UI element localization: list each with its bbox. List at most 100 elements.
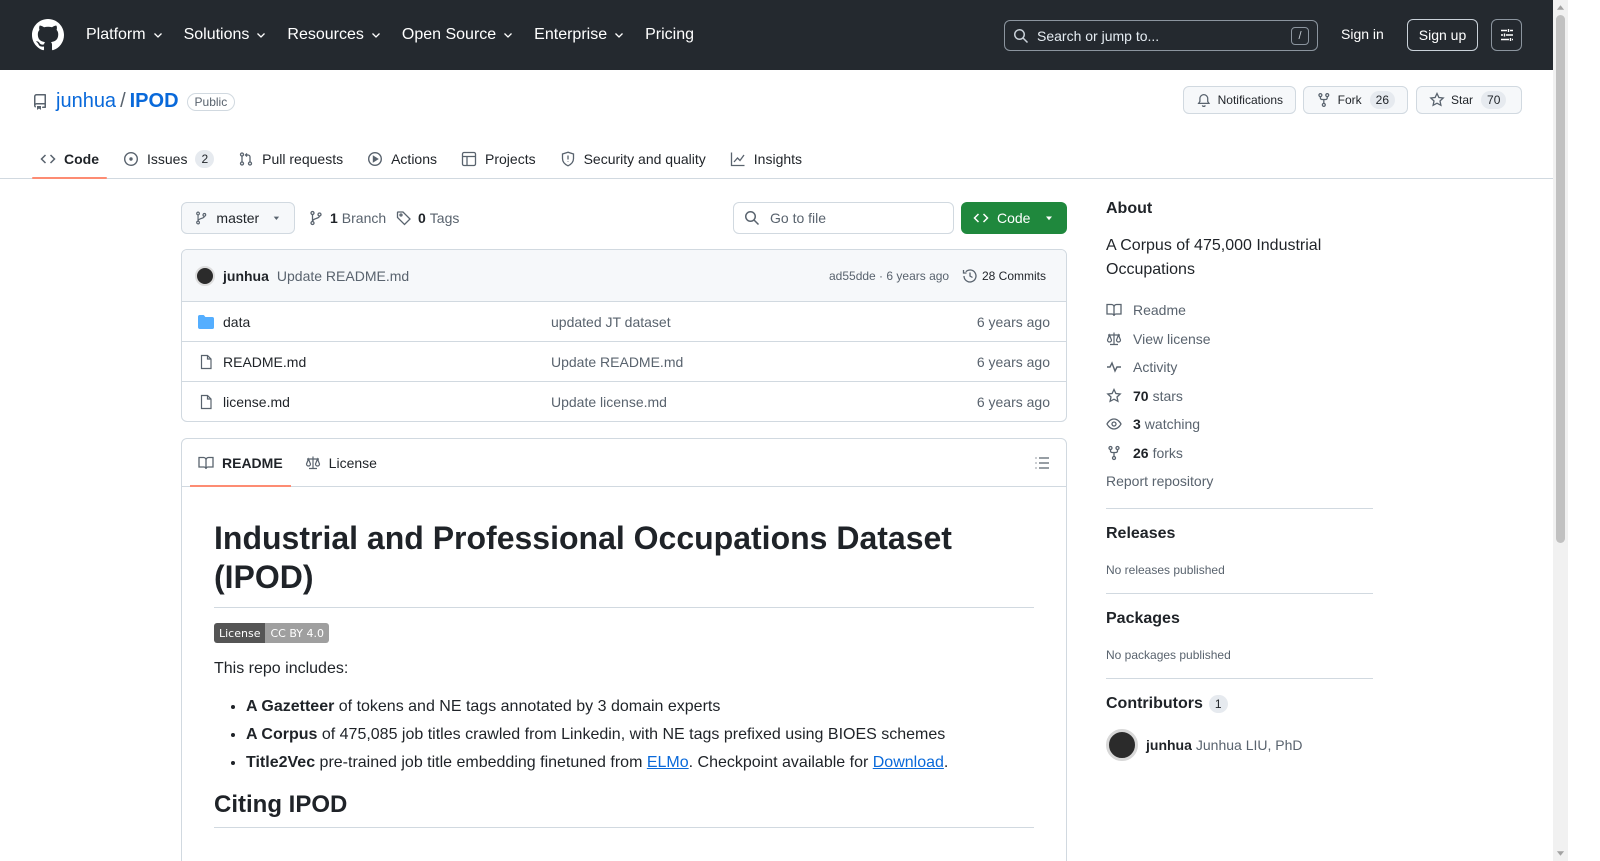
activity-link-label: Activity	[1133, 359, 1178, 376]
license-badge-right: CC BY 4.0	[265, 623, 329, 644]
star-count: 70	[1481, 91, 1507, 109]
download-link[interactable]: Download	[873, 754, 944, 771]
scrollbar-thumb[interactable]	[1556, 15, 1565, 543]
shield-icon	[561, 151, 574, 167]
star-button[interactable]: Star 70	[1416, 86, 1522, 114]
bullet-text: . Checkpoint available for	[688, 754, 873, 772]
file-age: 6 years ago	[976, 314, 1050, 330]
table-row[interactable]: README.md Update README.md 6 years ago	[182, 342, 1066, 382]
file-toolbar: master 1 Branch 0 Tags Go to file Code	[181, 202, 1067, 234]
scroll-down-arrow-icon[interactable]	[1556, 848, 1565, 858]
contributor-item[interactable]: junhua Junhua LIU, PhD	[1106, 728, 1373, 761]
license-badge[interactable]: License CC BY 4.0	[214, 623, 329, 644]
table-row[interactable]: data updated JT dataset 6 years ago	[182, 302, 1066, 342]
nav-enterprise[interactable]: Enterprise	[534, 26, 625, 44]
tab-license[interactable]: License	[297, 439, 385, 486]
readme-link[interactable]: Readme	[1106, 296, 1373, 325]
list-outline-icon[interactable]	[1034, 455, 1050, 471]
tab-insights[interactable]: Insights	[722, 140, 810, 177]
nav-enterprise-label: Enterprise	[534, 26, 608, 43]
nav-solutions[interactable]: Solutions	[184, 26, 268, 44]
table-row[interactable]: license.md Update license.md 6 years ago	[182, 382, 1066, 421]
nav-platform[interactable]: Platform	[86, 26, 164, 44]
file-commit-message[interactable]: Update license.md	[551, 394, 667, 410]
repo-owner-link[interactable]: junhua	[56, 90, 116, 113]
repo-tabs: Code Issues 2 Pull requests Actions Proj…	[32, 140, 818, 179]
tab-insights-label: Insights	[753, 150, 803, 167]
nav-resources[interactable]: Resources	[287, 26, 381, 44]
nav-pricing[interactable]: Pricing	[645, 26, 694, 44]
sign-in-link[interactable]: Sign in	[1341, 26, 1384, 42]
tab-code-label: Code	[64, 150, 99, 167]
contributors-heading[interactable]: Contributors	[1106, 695, 1203, 713]
fork-icon	[1108, 445, 1120, 460]
search-icon	[745, 211, 760, 226]
tab-pull-requests[interactable]: Pull requests	[230, 140, 351, 177]
tab-actions-label: Actions	[391, 150, 438, 167]
packages-heading[interactable]: Packages	[1106, 610, 1373, 628]
report-repository-link[interactable]: Report repository	[1106, 467, 1373, 496]
repo-name-link[interactable]: IPOD	[130, 90, 179, 113]
table-icon	[461, 151, 477, 166]
forks-link[interactable]: 26 forks	[1106, 439, 1373, 468]
readme-panel: README License Industrial and Profession…	[181, 438, 1067, 861]
star-icon	[1106, 387, 1122, 403]
search-icon	[1014, 28, 1029, 43]
stars-label: stars	[1152, 387, 1183, 404]
file-name-link[interactable]: data	[223, 314, 250, 330]
tag-count: 0	[418, 210, 426, 226]
eye-icon	[1106, 418, 1122, 430]
elmo-link[interactable]: ELMo	[647, 754, 689, 771]
settings-menu-button[interactable]	[1491, 19, 1522, 51]
tab-pull-requests-label: Pull requests	[262, 150, 344, 167]
activity-link[interactable]: Activity	[1106, 353, 1373, 382]
code-icon	[40, 153, 56, 164]
code-dropdown-button[interactable]: Code	[961, 202, 1067, 234]
file-commit-message[interactable]: Update README.md	[551, 354, 683, 370]
top-navigation: Platform Solutions Resources Open Source…	[86, 26, 714, 44]
tab-issues-label: Issues	[147, 150, 188, 167]
tab-issues[interactable]: Issues 2	[115, 140, 222, 177]
avatar[interactable]	[195, 265, 215, 286]
tab-actions[interactable]: Actions	[359, 140, 445, 177]
tags-link[interactable]: 0 Tags	[396, 210, 459, 226]
notifications-button[interactable]: Notifications	[1183, 86, 1296, 114]
license-link[interactable]: View license	[1106, 325, 1373, 354]
stars-count: 70	[1133, 387, 1149, 404]
commit-author-link[interactable]: junhua	[223, 268, 269, 284]
nav-open-source[interactable]: Open Source	[402, 26, 514, 44]
commit-message-link[interactable]: Update README.md	[277, 268, 409, 284]
contributors-header: Contributors 1	[1106, 694, 1373, 713]
chevron-down-icon	[153, 33, 162, 38]
file-name-link[interactable]: README.md	[223, 354, 306, 370]
global-search-input[interactable]: Search or jump to... /	[1004, 20, 1318, 51]
stars-link[interactable]: 70 stars	[1106, 382, 1373, 411]
github-logo-icon[interactable]	[32, 19, 64, 51]
fork-button[interactable]: Fork 26	[1303, 86, 1408, 114]
contributor-username[interactable]: junhua	[1146, 737, 1192, 753]
tab-security[interactable]: Security and quality	[552, 140, 714, 177]
branches-link[interactable]: 1 Branch	[308, 210, 386, 226]
commit-sha-time[interactable]: ad55dde · 6 years ago	[829, 269, 949, 283]
book-icon	[198, 456, 214, 469]
bullet-text: of tokens and NE tags annotated by 3 dom…	[334, 698, 721, 716]
tab-readme[interactable]: README	[190, 439, 291, 487]
commit-history-link[interactable]: 28 Commits	[962, 268, 1046, 284]
nav-solutions-label: Solutions	[183, 26, 250, 43]
latest-commit-bar: junhua Update README.md ad55dde · 6 year…	[182, 250, 1066, 302]
repository-header: junhua / IPOD Public Notifications Fork …	[0, 70, 1568, 179]
file-commit-message[interactable]: updated JT dataset	[551, 314, 671, 330]
tab-projects[interactable]: Projects	[453, 140, 544, 177]
fork-count: 26	[1369, 91, 1395, 109]
releases-heading[interactable]: Releases	[1106, 525, 1373, 543]
watchers-link[interactable]: 3 watching	[1106, 410, 1373, 439]
scroll-up-arrow-icon[interactable]	[1556, 3, 1565, 13]
file-name-link[interactable]: license.md	[223, 394, 290, 410]
sign-up-button[interactable]: Sign up	[1407, 19, 1478, 51]
avatar[interactable]	[1106, 728, 1138, 761]
go-to-file-input[interactable]: Go to file	[733, 202, 954, 234]
branch-selector[interactable]: master	[181, 202, 295, 234]
branch-icon	[196, 211, 207, 225]
tab-code[interactable]: Code	[32, 140, 107, 179]
contributor-full-name: Junhua LIU, PhD	[1195, 736, 1303, 753]
